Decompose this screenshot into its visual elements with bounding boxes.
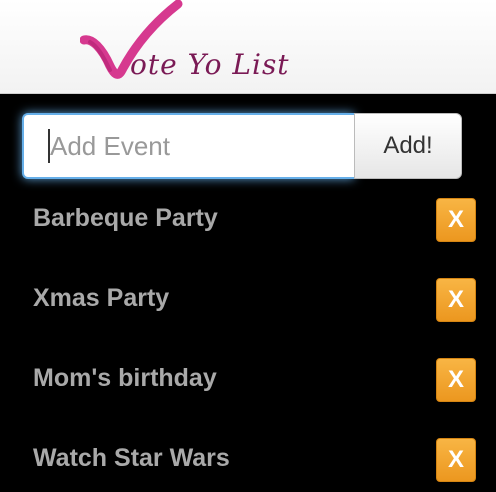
delete-event-button[interactable]: X — [436, 198, 476, 242]
list-item: Mom's birthday X — [0, 358, 496, 404]
app-logo[interactable]: ote Yo List — [80, 0, 289, 94]
event-label: Barbeque Party — [33, 204, 218, 232]
delete-event-button[interactable]: X — [436, 278, 476, 322]
text-caret — [48, 129, 50, 163]
app-header: ote Yo List — [0, 0, 496, 94]
delete-event-button[interactable]: X — [436, 358, 476, 402]
add-event-form: Add! — [22, 113, 462, 179]
event-label: Watch Star Wars — [33, 444, 230, 472]
event-label: Mom's birthday — [33, 364, 217, 392]
delete-event-button[interactable]: X — [436, 438, 476, 482]
list-item: Xmas Party X — [0, 278, 496, 324]
event-label: Xmas Party — [33, 284, 170, 312]
logo-text: ote Yo List — [130, 48, 290, 81]
add-button[interactable]: Add! — [354, 113, 462, 179]
list-item: Watch Star Wars X — [0, 438, 496, 484]
add-event-input[interactable] — [22, 113, 354, 179]
list-item: Barbeque Party X — [0, 198, 496, 244]
